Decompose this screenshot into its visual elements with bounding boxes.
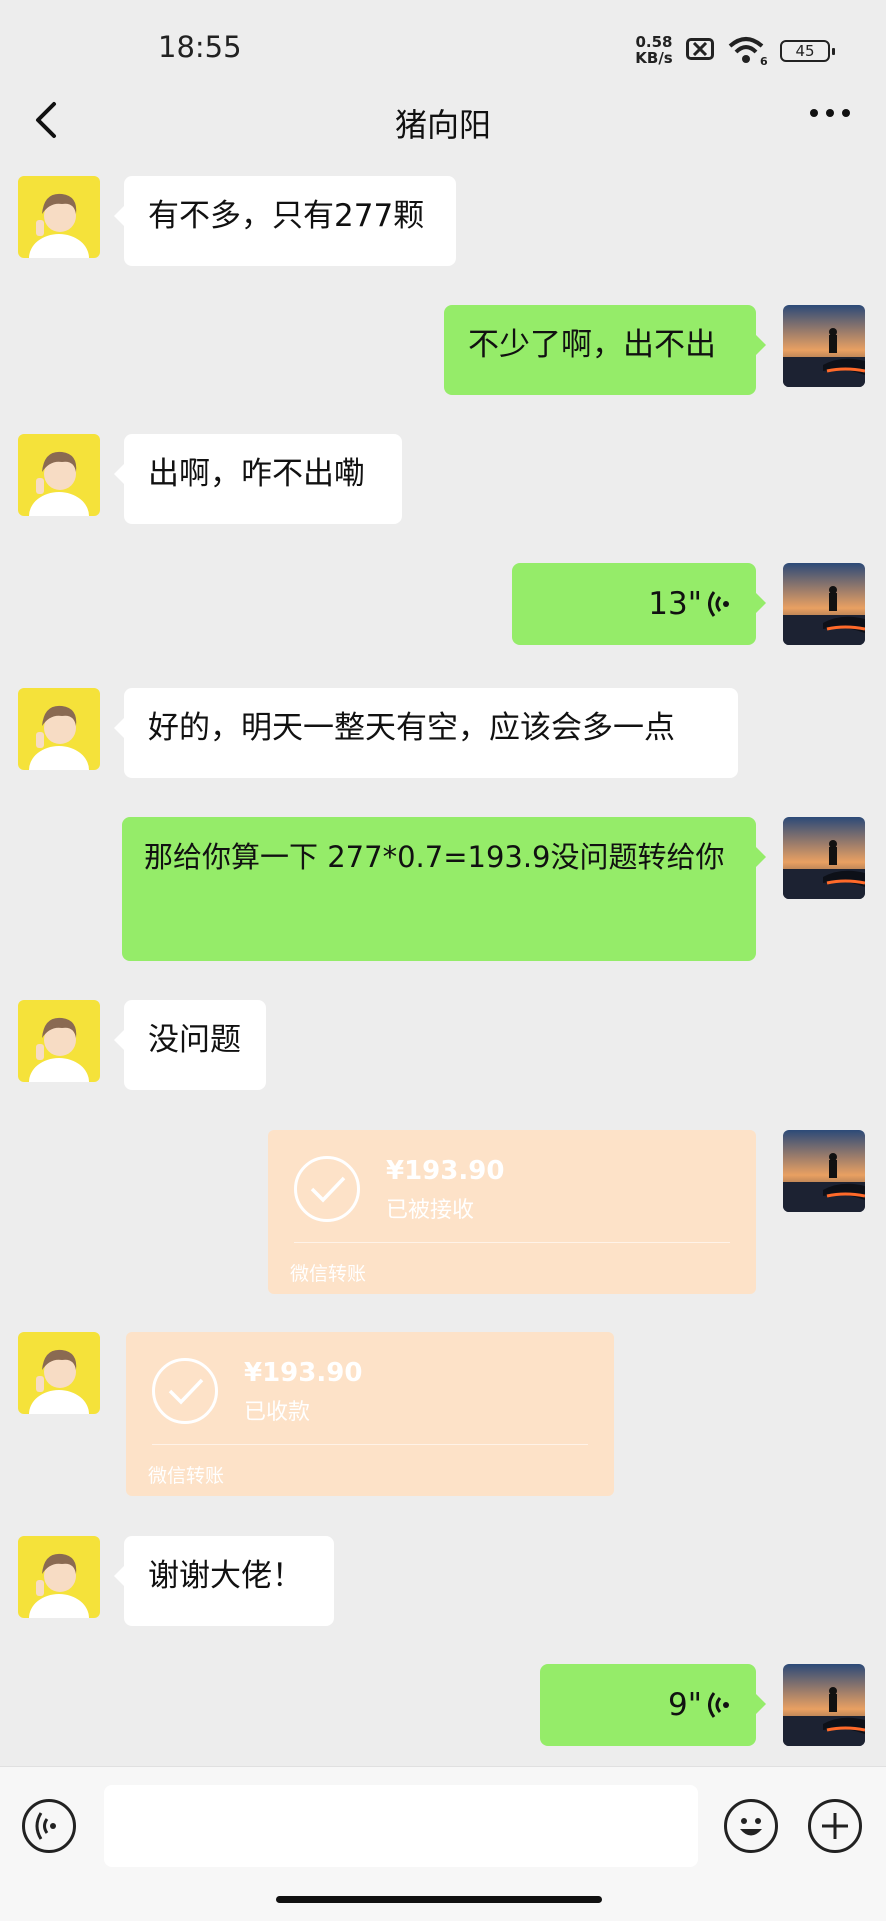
emoji-icon[interactable] <box>724 1799 778 1853</box>
voice-duration: 13" <box>648 586 702 622</box>
network-speed-unit: KB/s <box>635 49 673 67</box>
check-icon <box>152 1358 218 1424</box>
transfer-card-received[interactable]: ¥193.90 已收款 微信转账 <box>126 1332 614 1496</box>
message-text: 好的，明天一整天有空，应该会多一点 <box>148 710 675 746</box>
transfer-divider <box>294 1242 730 1243</box>
contact-avatar[interactable] <box>18 1000 100 1082</box>
more-dots-icon[interactable] <box>808 106 852 120</box>
contact-avatar[interactable] <box>18 1332 100 1414</box>
my-avatar[interactable] <box>783 817 865 899</box>
message-text: 那给你算一下 277*0.7=193.9没问题转给你 <box>144 840 725 874</box>
transfer-amount: ¥193.90 <box>244 1358 363 1388</box>
voice-input-icon[interactable] <box>22 1799 76 1853</box>
my-avatar[interactable] <box>783 1130 865 1212</box>
chat-title: 猪向阳 <box>394 106 491 144</box>
no-sim-icon <box>686 38 714 60</box>
voice-message-sent[interactable]: 9" <box>540 1664 766 1746</box>
contact-avatar[interactable] <box>18 688 100 770</box>
transfer-divider <box>152 1444 588 1445</box>
message-bubble-received[interactable]: 好的，明天一整天有空，应该会多一点 <box>114 688 738 778</box>
message-bubble-sent[interactable]: 那给你算一下 277*0.7=193.9没问题转给你 <box>122 817 766 961</box>
contact-avatar[interactable] <box>18 1536 100 1618</box>
message-bubble-received[interactable]: 有不多，只有277颗 <box>114 176 456 266</box>
message-bubble-received[interactable]: 谢谢大佬！ <box>114 1536 334 1626</box>
message-text: 出啊，咋不出嘞 <box>148 456 365 492</box>
contact-avatar[interactable] <box>18 434 100 516</box>
transfer-status: 已被接收 <box>386 1198 475 1223</box>
status-time: 18:55 <box>158 30 242 64</box>
message-bubble-sent[interactable]: 不少了啊，出不出 <box>444 305 766 395</box>
check-icon <box>294 1156 360 1222</box>
my-avatar[interactable] <box>783 1664 865 1746</box>
transfer-card-sent[interactable]: ¥193.90 已被接收 微信转账 <box>268 1130 756 1294</box>
transfer-amount: ¥193.90 <box>386 1156 505 1186</box>
svg-text:6: 6 <box>760 55 768 66</box>
chat-header: 猪向阳 <box>0 80 886 160</box>
battery-indicator: 45 <box>780 40 835 62</box>
voice-wave-icon <box>708 1692 729 1718</box>
message-text: 不少了啊，出不出 <box>468 327 716 363</box>
transfer-source: 微信转账 <box>148 1465 225 1487</box>
contact-avatar[interactable] <box>18 176 100 258</box>
network-speed-value: 0.58 <box>635 33 673 51</box>
message-input[interactable] <box>104 1785 698 1867</box>
message-text: 没问题 <box>148 1022 241 1058</box>
voice-duration: 9" <box>668 1687 702 1723</box>
message-bubble-received[interactable]: 出啊，咋不出嘞 <box>114 434 402 524</box>
network-speed: 0.58 KB/s <box>633 34 675 66</box>
voice-message-sent[interactable]: 13" <box>512 563 766 645</box>
plus-icon[interactable] <box>808 1799 862 1853</box>
message-text: 谢谢大佬！ <box>148 1558 303 1594</box>
message-text: 有不多，只有277颗 <box>148 198 425 234</box>
voice-wave-icon <box>708 591 729 617</box>
wifi-icon: 6 <box>728 37 768 66</box>
transfer-status: 已收款 <box>244 1400 311 1425</box>
transfer-source: 微信转账 <box>290 1263 367 1285</box>
my-avatar[interactable] <box>783 563 865 645</box>
message-bubble-received[interactable]: 没问题 <box>114 1000 266 1090</box>
home-indicator[interactable] <box>276 1896 602 1903</box>
my-avatar[interactable] <box>783 305 865 387</box>
